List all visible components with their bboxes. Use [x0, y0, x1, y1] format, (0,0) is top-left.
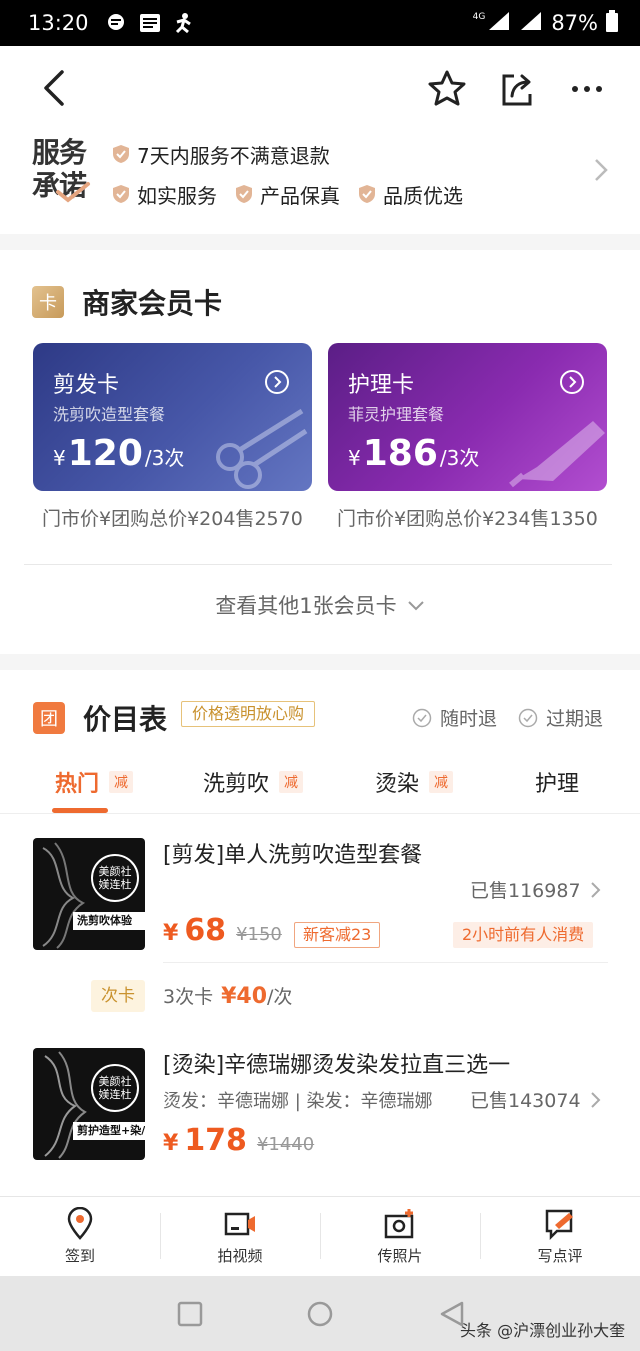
- card-subtitle: 菲灵护理套餐: [348, 405, 445, 424]
- deal-price: ¥ 178 ¥1440: [163, 1123, 315, 1158]
- wifi-signal-icon: [519, 10, 543, 37]
- card-name: 护理卡: [348, 373, 415, 398]
- view-more-cards-link[interactable]: 查看其他1张会员卡: [0, 590, 640, 620]
- favorite-star-icon[interactable]: [426, 68, 468, 110]
- card-price: ¥ 120 /3次: [53, 433, 185, 474]
- write-review-icon: [543, 1207, 577, 1241]
- tab-care[interactable]: 护理: [535, 766, 579, 798]
- check-mark-icon: [52, 178, 92, 203]
- chevron-right-icon: [589, 1090, 603, 1110]
- upload-photo-button[interactable]: 传照片: [320, 1197, 480, 1276]
- cream-tube-icon: [497, 401, 607, 491]
- person-running-icon: [173, 12, 195, 34]
- deal-title[interactable]: [剪发]单人洗剪吹造型套餐: [163, 837, 422, 869]
- transparent-price-tag: 价格透明放心购: [181, 701, 316, 727]
- times-card-tag: 次卡: [91, 980, 145, 1012]
- category-tabs: 热门减 洗剪吹减 烫染减 护理: [0, 756, 640, 814]
- arrow-circle-icon: [559, 369, 585, 395]
- service-promise-logo: 服务 承诺: [32, 136, 94, 203]
- checkin-button[interactable]: 签到: [0, 1197, 160, 1276]
- tab-perm-dye[interactable]: 烫染减: [375, 766, 454, 798]
- price-list-section: 团 价目表 价格透明放心购 随时退 过期退 热门减 洗剪吹减 烫染减 护理 美颜…: [0, 670, 640, 1196]
- member-cards-section: 卡 商家会员卡 剪发卡 洗剪吹造型套餐 ¥ 120 /3次 门市价¥团购总价¥2…: [0, 250, 640, 654]
- card-meta: 门市价¥团购总价¥234售1350: [337, 508, 598, 530]
- active-tab-indicator: [52, 808, 108, 813]
- refund-anytime: 随时退: [412, 704, 497, 731]
- photo-upload-icon: [383, 1207, 417, 1241]
- network-type: 4G: [472, 12, 486, 22]
- shield-check-icon: [112, 184, 130, 204]
- promise-item: 产品保真: [235, 180, 340, 209]
- shoot-video-button[interactable]: 拍视频: [160, 1197, 320, 1276]
- deal-sold-count: 已售143074: [470, 1086, 603, 1113]
- card-subtitle: 洗剪吹造型套餐: [53, 405, 166, 424]
- signal-icon: [487, 10, 511, 37]
- battery-level: 87%: [551, 11, 598, 35]
- arrow-circle-icon: [264, 369, 290, 395]
- shield-check-icon: [235, 184, 253, 204]
- write-review-button[interactable]: 写点评: [480, 1197, 640, 1276]
- deal-thumbnail[interactable]: 美颜社 媄连杜 剪护造型+染/烫: [33, 1048, 145, 1160]
- page-header: [0, 46, 640, 130]
- price-list-title: 价目表: [83, 703, 168, 736]
- card-badge: 卡: [32, 286, 64, 318]
- deal-detail: 烫发：辛德瑞娜 | 染发：辛德瑞娜: [163, 1091, 433, 1112]
- shield-check-icon: [112, 144, 130, 164]
- status-time: 13:20: [28, 11, 89, 35]
- recent-apps-icon[interactable]: [176, 1300, 204, 1328]
- tab-wash-cut-blow[interactable]: 洗剪吹减: [203, 766, 304, 798]
- card-name: 剪发卡: [53, 373, 120, 398]
- refund-expired: 过期退: [518, 704, 603, 731]
- promise-item: 7天内服务不满意退款: [112, 140, 330, 169]
- share-icon[interactable]: [496, 68, 538, 110]
- location-pin-icon: [63, 1206, 97, 1241]
- chevron-down-icon: [407, 593, 425, 617]
- more-options-icon[interactable]: [566, 68, 608, 110]
- deal-thumbnail[interactable]: 美颜社 媄连杜 洗剪吹体验: [33, 838, 145, 950]
- shield-check-icon: [358, 184, 376, 204]
- video-camera-icon: [223, 1207, 257, 1241]
- status-bar: 13:20 4G 87%: [0, 0, 640, 46]
- deal-title[interactable]: [烫染]辛德瑞娜烫发染发拉直三选一: [163, 1047, 510, 1079]
- card-meta: 门市价¥团购总价¥204售2570: [42, 508, 303, 530]
- card-price: ¥ 186 /3次: [348, 433, 480, 474]
- chevron-right-icon: [590, 156, 612, 184]
- chevron-right-icon: [589, 880, 603, 900]
- tab-hot[interactable]: 热门减: [55, 766, 134, 798]
- promise-item: 品质优选: [358, 180, 463, 209]
- group-buy-badge: 团: [33, 702, 65, 734]
- toutiao-app-icon: [139, 12, 161, 34]
- times-card-price[interactable]: 3次卡 ¥40 /次: [163, 982, 292, 1009]
- section-title: 团 价目表: [33, 698, 167, 738]
- check-circle-icon: [412, 708, 432, 728]
- scissors-icon: [202, 401, 312, 491]
- bottom-action-bar: 签到 拍视频 传照片 写点评: [0, 1196, 640, 1276]
- battery-icon: [606, 9, 618, 37]
- recent-activity-tag: 2小时前有人消费: [453, 922, 594, 948]
- message-icon: [105, 12, 127, 34]
- check-circle-icon: [518, 708, 538, 728]
- section-title: 卡 商家会员卡: [32, 282, 222, 322]
- deal-price: ¥ 68 ¥150: [163, 913, 282, 948]
- divider: [163, 962, 608, 963]
- divider: [24, 564, 612, 565]
- back-arrow-icon[interactable]: [36, 68, 76, 108]
- newbie-discount-tag: 新客减23: [294, 922, 381, 948]
- members-title: 商家会员卡: [82, 287, 223, 320]
- home-icon[interactable]: [306, 1300, 334, 1328]
- deal-sold-count: 已售116987: [470, 876, 603, 903]
- member-card-haircut[interactable]: 剪发卡 洗剪吹造型套餐 ¥ 120 /3次: [33, 343, 312, 491]
- service-promise[interactable]: 服务 承诺 7天内服务不满意退款 如实服务 产品保真 品质优选: [0, 130, 640, 234]
- watermark: 头条 @沪漂创业孙大奎: [460, 1321, 626, 1340]
- member-card-care[interactable]: 护理卡 菲灵护理套餐 ¥ 186 /3次: [328, 343, 607, 491]
- promise-item: 如实服务: [112, 180, 217, 209]
